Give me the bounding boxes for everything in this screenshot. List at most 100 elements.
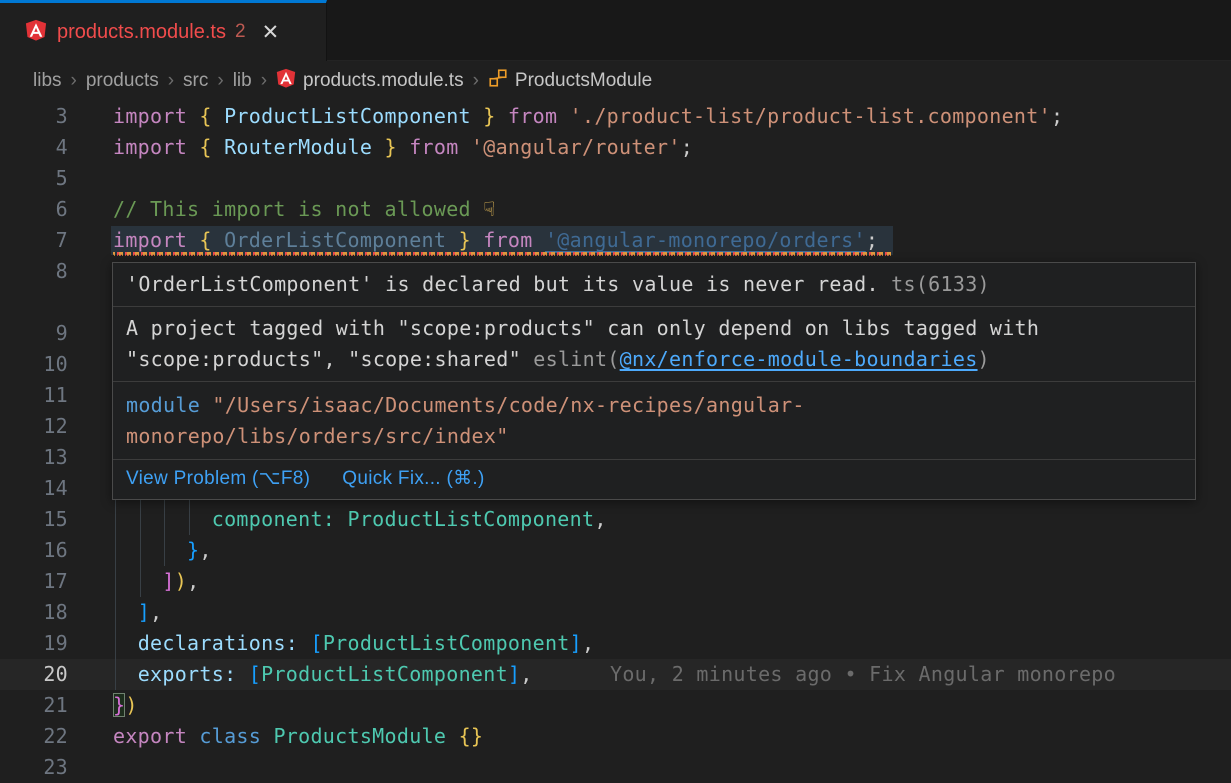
line-number[interactable]: 7 bbox=[0, 225, 68, 256]
code-text: ]), bbox=[113, 566, 199, 597]
diagnostic-ts: 'OrderListComponent' is declared but its… bbox=[113, 263, 1195, 307]
line-number[interactable]: 3 bbox=[0, 101, 68, 132]
line-number[interactable]: 14 bbox=[0, 473, 68, 504]
line-number[interactable]: 21 bbox=[0, 690, 68, 721]
eslint-rule-link[interactable]: @nx/enforce-module-boundaries bbox=[620, 347, 978, 371]
code-token: ] bbox=[138, 600, 150, 624]
tab-title: products.module.ts bbox=[57, 21, 226, 44]
code-token: , bbox=[582, 631, 594, 655]
class-icon bbox=[488, 68, 508, 94]
line-number[interactable]: 4 bbox=[0, 132, 68, 163]
code-text: component: ProductListComponent, bbox=[113, 504, 607, 535]
module-info: module "/Users/isaac/Documents/code/nx-r… bbox=[113, 382, 1195, 460]
line-number[interactable]: 22 bbox=[0, 721, 68, 752]
code-token: '@angular/router' bbox=[471, 135, 681, 159]
code-line-18[interactable]: 18 ], bbox=[0, 597, 1231, 628]
tab-problem-badge: 2 bbox=[235, 21, 246, 43]
diagnostic-eslint-source-suffix: ) bbox=[978, 347, 990, 371]
line-number[interactable]: 17 bbox=[0, 566, 68, 597]
code-token bbox=[236, 662, 248, 686]
breadcrumb-item-products[interactable]: products bbox=[86, 70, 159, 92]
line-number[interactable]: 12 bbox=[0, 411, 68, 442]
breadcrumb-item-symbol[interactable]: ProductsModule bbox=[488, 68, 652, 94]
chevron-right-icon: › bbox=[261, 70, 267, 92]
code-token: , bbox=[150, 600, 162, 624]
line-number[interactable]: 16 bbox=[0, 535, 68, 566]
code-text: export class ProductsModule {} bbox=[113, 721, 483, 752]
view-problem-action[interactable]: View Problem (⌥F8) bbox=[126, 467, 310, 491]
chevron-right-icon: › bbox=[473, 70, 479, 92]
code-line-22[interactable]: 22 export class ProductsModule {} bbox=[0, 721, 1231, 752]
line-number[interactable]: 15 bbox=[0, 504, 68, 535]
line-number[interactable]: 6 bbox=[0, 194, 68, 225]
code-line-6[interactable]: 6 // This import is not allowed ☟ bbox=[0, 194, 1231, 225]
code-line-5[interactable]: 5 bbox=[0, 163, 1231, 194]
code-token: } bbox=[459, 228, 471, 252]
code-line-17[interactable]: 17 ]), bbox=[0, 566, 1231, 597]
git-blame-annotation: You, 2 minutes ago • Fix Angular monorep… bbox=[610, 659, 1116, 690]
line-number[interactable]: 5 bbox=[0, 163, 68, 194]
code-line-3[interactable]: 3 import { ProductListComponent } from '.… bbox=[0, 101, 1231, 132]
chevron-right-icon: › bbox=[71, 70, 77, 92]
breadcrumb-item-file[interactable]: products.module.ts bbox=[276, 68, 464, 94]
tab-products-module[interactable]: products.module.ts 2 ✕ bbox=[0, 0, 327, 61]
close-icon[interactable]: ✕ bbox=[262, 22, 280, 43]
code-line-20[interactable]: 20 exports: [ProductListComponent],You, … bbox=[0, 659, 1231, 690]
code-line-16[interactable]: 16 }, bbox=[0, 535, 1231, 566]
code-line-23[interactable]: 23 bbox=[0, 752, 1231, 783]
code-token: from bbox=[397, 135, 471, 159]
code-line-15[interactable]: 15 component: ProductListComponent, bbox=[0, 504, 1231, 535]
diagnostic-ts-message: 'OrderListComponent' is declared but its… bbox=[126, 272, 879, 296]
breadcrumb-item-src[interactable]: src bbox=[183, 70, 208, 92]
code-token: from bbox=[496, 104, 570, 128]
quick-fix-action[interactable]: Quick Fix... (⌘.) bbox=[342, 467, 484, 491]
code-text: }, bbox=[113, 535, 212, 566]
line-number[interactable]: 8 bbox=[0, 256, 68, 287]
breadcrumb-item-libs[interactable]: libs bbox=[33, 70, 62, 92]
line-number[interactable]: 13 bbox=[0, 442, 68, 473]
code-token: ] bbox=[162, 569, 174, 593]
line-number[interactable]: 18 bbox=[0, 597, 68, 628]
code-token: // This import is not allowed bbox=[113, 197, 483, 221]
line-number[interactable]: 20 bbox=[0, 659, 68, 690]
line-number[interactable]: 19 bbox=[0, 628, 68, 659]
breadcrumb-item-lib[interactable]: lib bbox=[233, 70, 252, 92]
line-number[interactable]: 11 bbox=[0, 380, 68, 411]
module-path-line2: monorepo/libs/orders/src/index" bbox=[126, 424, 509, 448]
code-token bbox=[335, 507, 347, 531]
code-token bbox=[113, 538, 187, 562]
code-token: , bbox=[594, 507, 606, 531]
code-token: } bbox=[113, 693, 125, 717]
diagnostic-eslint: A project tagged with "scope:products" c… bbox=[113, 307, 1195, 382]
code-token: declarations: bbox=[138, 631, 298, 655]
line-number[interactable]: 23 bbox=[0, 752, 68, 783]
code-line-4[interactable]: 4 import { RouterModule } from '@angular/… bbox=[0, 132, 1231, 163]
code-line-21[interactable]: 21}) bbox=[0, 690, 1231, 721]
hover-actions: View Problem (⌥F8) Quick Fix... (⌘.) bbox=[113, 460, 1195, 499]
line-number[interactable]: 10 bbox=[0, 349, 68, 380]
code-text: ], bbox=[113, 597, 162, 628]
code-token: { bbox=[199, 228, 211, 252]
code-token: import bbox=[113, 104, 199, 128]
code-token: , bbox=[187, 569, 199, 593]
code-line-19[interactable]: 19 declarations: [ProductListComponent], bbox=[0, 628, 1231, 659]
code-line-7[interactable]: 7import { OrderListComponent } from '@an… bbox=[0, 225, 1231, 256]
diagnostic-eslint-message-line2: "scope:products", "scope:shared" bbox=[126, 347, 533, 371]
code-text: import { RouterModule } from '@angular/r… bbox=[113, 132, 693, 163]
code-token: exports: bbox=[138, 662, 237, 686]
diagnostic-ts-source: ts(6133) bbox=[891, 272, 990, 296]
code-text: // This import is not allowed ☟ bbox=[113, 194, 496, 225]
code-token: ; bbox=[866, 228, 878, 252]
code-token: } bbox=[483, 104, 495, 128]
code-token: } bbox=[385, 135, 397, 159]
code-token bbox=[113, 569, 162, 593]
code-token: import bbox=[113, 228, 199, 252]
code-token: [ bbox=[310, 631, 322, 655]
code-token bbox=[113, 631, 138, 655]
code-token: '@angular-monorepo/orders' bbox=[545, 228, 866, 252]
code-token: {} bbox=[459, 724, 484, 748]
line-number[interactable]: 9 bbox=[0, 318, 68, 349]
code-text: import { ProductListComponent } from './… bbox=[113, 101, 1063, 132]
code-token: ] bbox=[570, 631, 582, 655]
code-token: component: bbox=[212, 507, 335, 531]
